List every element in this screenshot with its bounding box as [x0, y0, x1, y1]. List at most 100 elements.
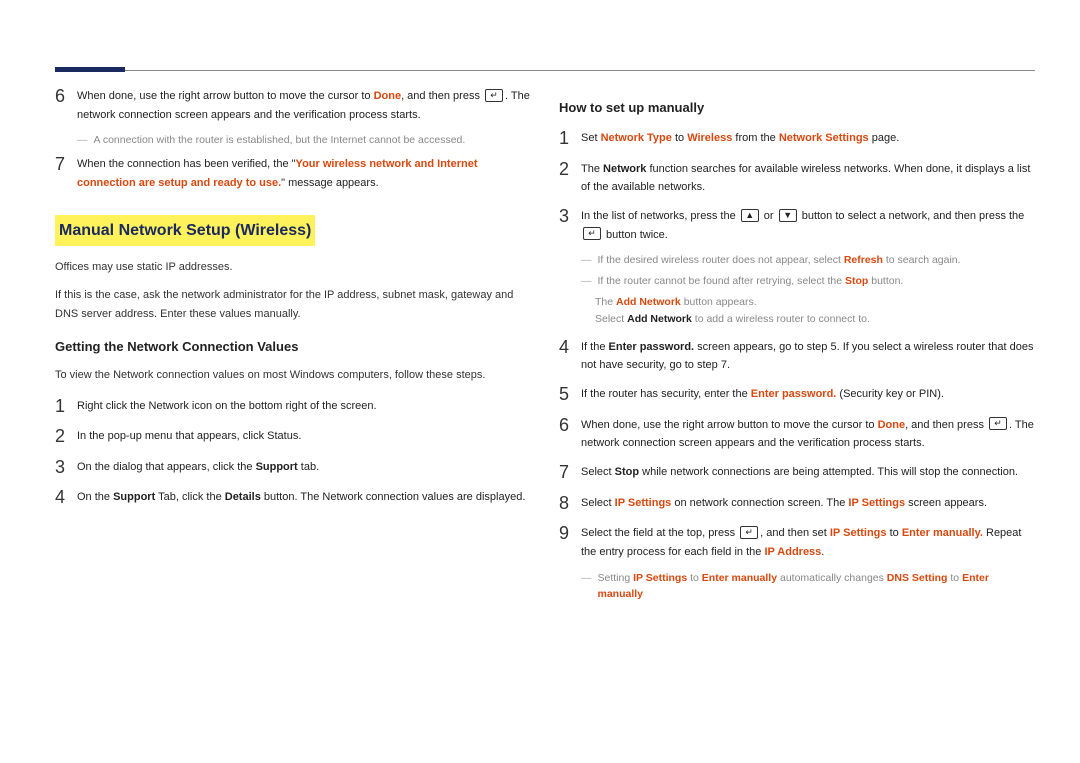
- text-run: If the: [581, 341, 609, 353]
- step-item: 6When done, use the right arrow button t…: [559, 414, 1035, 453]
- text-run: Select the field at the top, press: [581, 527, 738, 539]
- text-run: Set: [581, 132, 601, 144]
- text-run: " message appears.: [281, 177, 378, 189]
- text-run: button twice.: [603, 229, 668, 241]
- down-icon: [779, 209, 797, 222]
- text-run: to: [672, 132, 687, 144]
- numbered-steps: 1Set Network Type to Wireless from the N…: [559, 127, 1035, 603]
- emphasis-text: IP Settings: [848, 497, 905, 509]
- emphasis-text: Network Settings: [779, 132, 869, 144]
- note-text: If the router cannot be found after retr…: [598, 273, 904, 290]
- text-run: , and then press: [905, 419, 987, 431]
- emphasis-text: Enter password.: [751, 388, 837, 400]
- step-number: 3: [559, 205, 581, 228]
- text-run: .: [821, 546, 824, 558]
- enter-icon: [485, 89, 503, 102]
- text-run: to: [687, 572, 702, 584]
- note-text: If the desired wireless router does not …: [598, 252, 961, 269]
- step-item: 3In the list of networks, press the or b…: [559, 205, 1035, 244]
- text-run: to: [887, 527, 902, 539]
- step-number: 4: [559, 336, 581, 359]
- text-run: button to select a network, and then pre…: [799, 210, 1025, 222]
- note-dash-icon: ―: [77, 132, 88, 149]
- step-body: Select Stop while network connections ar…: [581, 461, 1035, 482]
- step-body: Select the field at the top, press , and…: [581, 522, 1035, 561]
- step-body: When done, use the right arrow button to…: [77, 85, 531, 124]
- step-item: 5If the router has security, enter the E…: [559, 383, 1035, 406]
- note-line: ― If the router cannot be found after ret…: [581, 273, 1035, 290]
- text-run: or: [761, 210, 777, 222]
- step-number: 8: [559, 492, 581, 515]
- step-item: 6When done, use the right arrow button t…: [55, 85, 531, 124]
- step-body: The Network function searches for availa…: [581, 158, 1035, 197]
- two-column-layout: 6When done, use the right arrow button t…: [55, 85, 1035, 611]
- step-number: 6: [55, 85, 77, 108]
- emphasis-text: Done: [878, 419, 906, 431]
- step-number: 2: [55, 425, 77, 448]
- step-item: 9Select the field at the top, press , an…: [559, 522, 1035, 561]
- text-run: In the pop-up menu that appears, click S…: [77, 430, 301, 442]
- step-item: 3On the dialog that appears, click the S…: [55, 456, 531, 479]
- emphasis-text: Refresh: [844, 254, 883, 266]
- paragraph: To view the Network connection values on…: [55, 366, 531, 385]
- step-number: 2: [559, 158, 581, 181]
- text-run: The: [595, 296, 616, 308]
- step-number: 6: [559, 414, 581, 437]
- step-item: 4On the Support Tab, click the Details b…: [55, 486, 531, 509]
- up-icon: [741, 209, 759, 222]
- header-rule: [55, 70, 1035, 71]
- note-dash-icon: ―: [581, 570, 592, 604]
- subheading: How to set up manually: [559, 97, 1035, 119]
- step-body: Right click the Network icon on the bott…: [77, 395, 531, 416]
- step-body: Set Network Type to Wireless from the Ne…: [581, 127, 1035, 148]
- emphasis-text: Add Network: [616, 296, 681, 308]
- step-number: 4: [55, 486, 77, 509]
- step-body: If the router has security, enter the En…: [581, 383, 1035, 404]
- enter-icon: [740, 526, 758, 539]
- emphasis-text: Enter password.: [609, 341, 695, 353]
- text-run: , and then press: [401, 90, 483, 102]
- text-run: Right click the Network icon on the bott…: [77, 400, 377, 412]
- text-run: Select: [581, 497, 615, 509]
- step-number: 7: [559, 461, 581, 484]
- text-run: tab.: [298, 461, 319, 473]
- right-column: How to set up manually 1Set Network Type…: [559, 85, 1035, 611]
- paragraph: If this is the case, ask the network adm…: [55, 286, 531, 323]
- emphasis-text: IP Settings: [615, 497, 672, 509]
- enter-icon: [989, 417, 1007, 430]
- emphasis-text: Stop: [845, 275, 868, 287]
- step-item: 4If the Enter password. screen appears, …: [559, 336, 1035, 375]
- step-body: When done, use the right arrow button to…: [581, 414, 1035, 453]
- text-run: In the list of networks, press the: [581, 210, 739, 222]
- paragraph: Offices may use static IP addresses.: [55, 258, 531, 277]
- step-item: 2In the pop-up menu that appears, click …: [55, 425, 531, 448]
- step-number: 5: [559, 383, 581, 406]
- step-body: Select IP Settings on network connection…: [581, 492, 1035, 513]
- note-dash-icon: ―: [581, 273, 592, 290]
- text-run: The: [581, 163, 603, 175]
- step-number: 3: [55, 456, 77, 479]
- step-item: 1Set Network Type to Wireless from the N…: [559, 127, 1035, 150]
- emphasis-text: Wireless: [687, 132, 732, 144]
- step-body: In the list of networks, press the or bu…: [581, 205, 1035, 244]
- text-run: to: [947, 572, 962, 584]
- emphasis-text: Details: [225, 491, 261, 503]
- header-accent: [55, 67, 125, 72]
- step-body: On the dialog that appears, click the Su…: [77, 456, 531, 477]
- text-run: page.: [869, 132, 900, 144]
- text-run: (Security key or PIN).: [836, 388, 944, 400]
- text-run: Tab, click the: [155, 491, 225, 503]
- emphasis-text: Support: [256, 461, 298, 473]
- note-block: ― If the desired wireless router does not…: [581, 252, 1035, 327]
- note-line: ―Setting IP Settings to Enter manually a…: [581, 570, 1035, 604]
- step-body: If the Enter password. screen appears, g…: [581, 336, 1035, 375]
- emphasis-text: Add Network: [627, 313, 692, 325]
- text-run: Setting: [598, 572, 634, 584]
- text-run: while network connections are being atte…: [639, 466, 1018, 478]
- emphasis-text: Enter manually: [702, 572, 777, 584]
- text-run: function searches for available wireless…: [581, 163, 1030, 194]
- sub-note: Select Add Network to add a wireless rou…: [595, 311, 1035, 328]
- text-run: When the connection has been verified, t…: [77, 158, 296, 170]
- enter-icon: [583, 227, 601, 240]
- step-number: 7: [55, 153, 77, 176]
